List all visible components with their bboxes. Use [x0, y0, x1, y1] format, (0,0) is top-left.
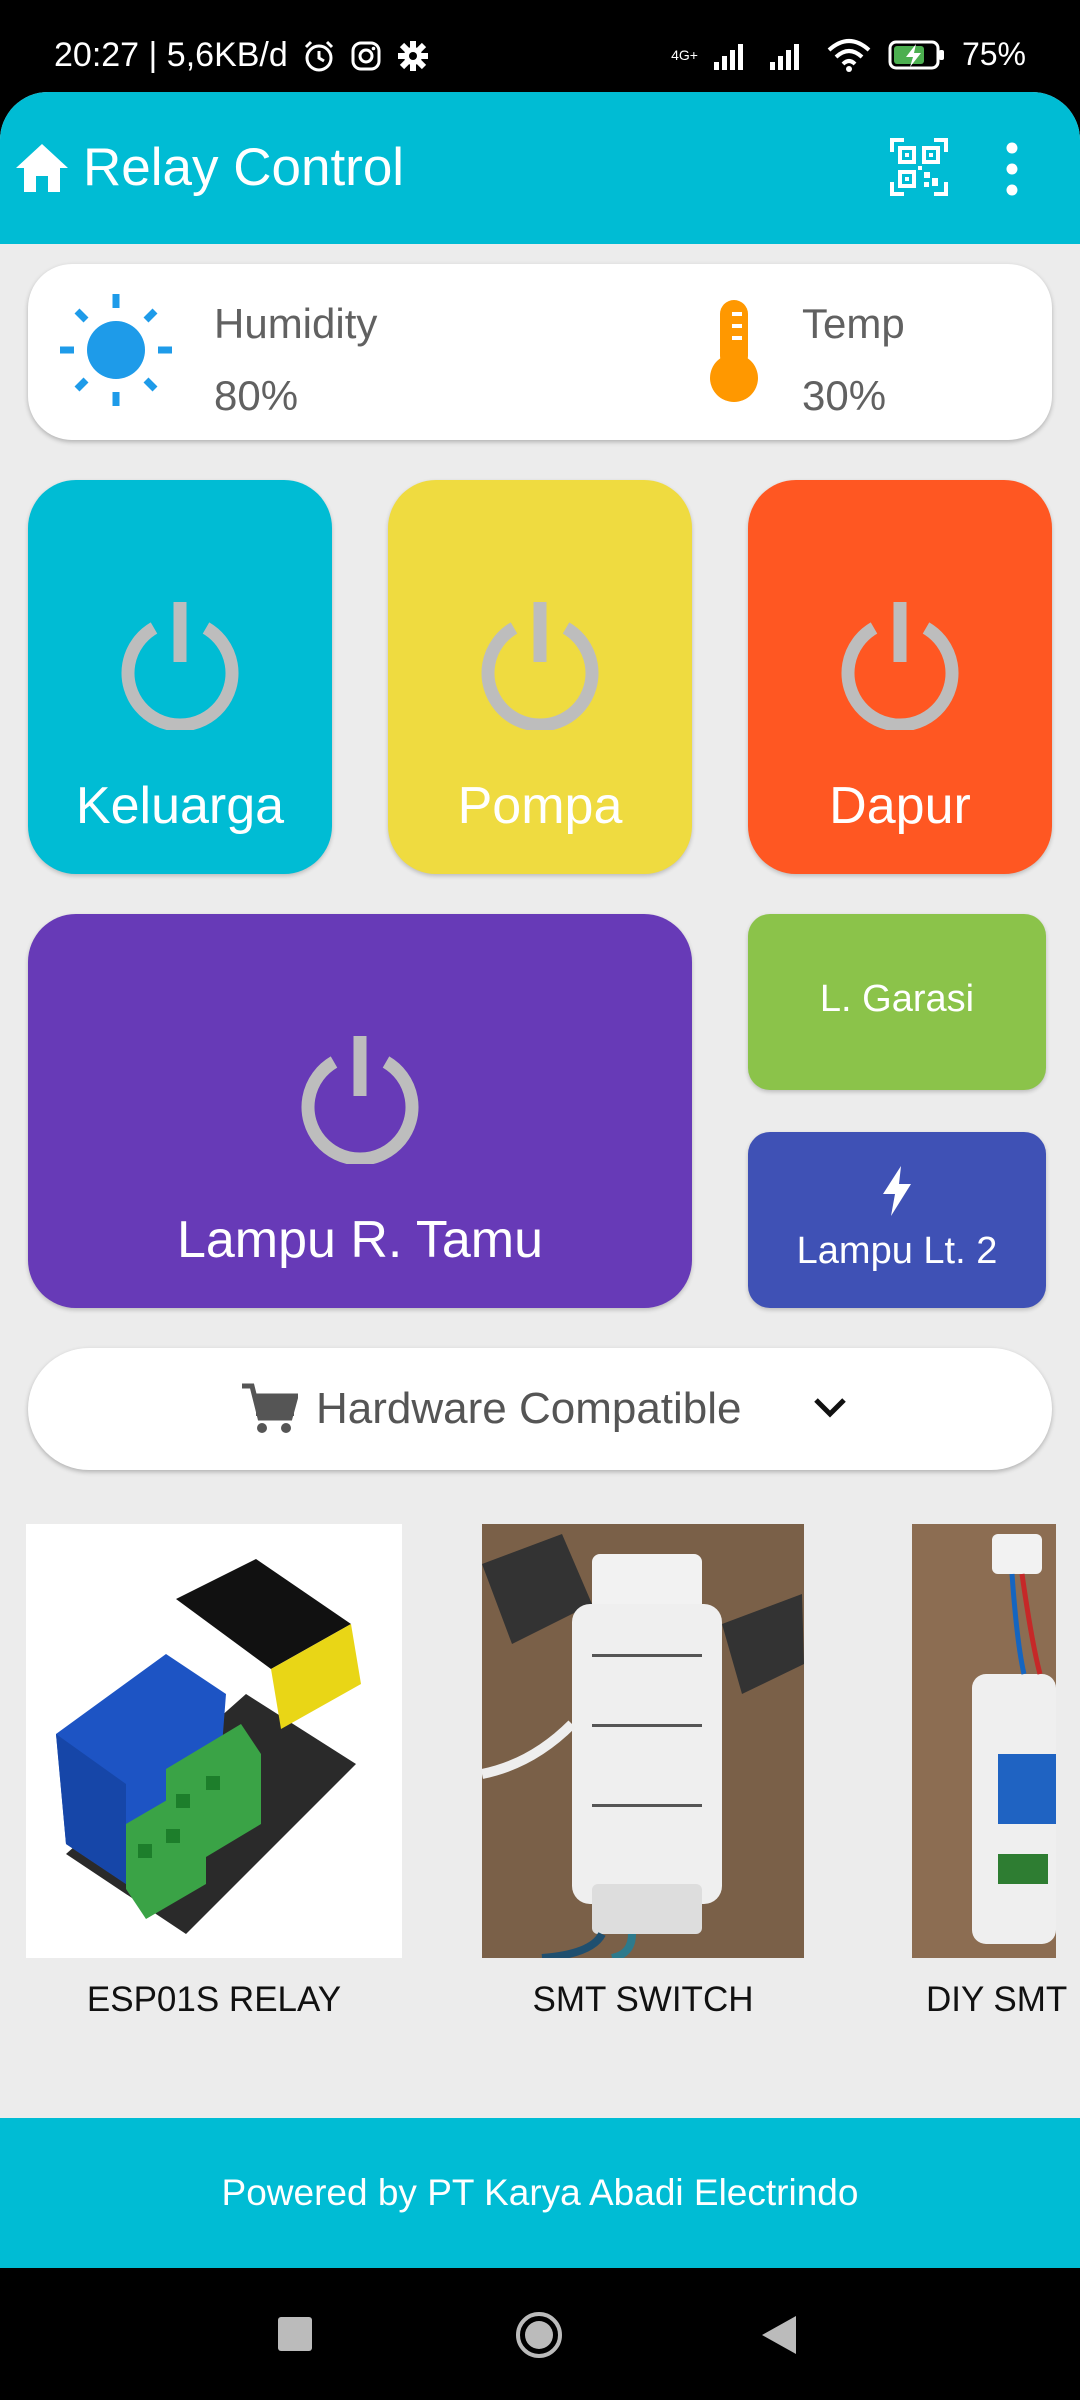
power-icon [121, 602, 239, 730]
status-bar: 20:27 | 5,6KB/d 4G+ 75% [0, 0, 1080, 95]
signal-icon [713, 43, 743, 70]
temp-value: 30% [802, 372, 887, 419]
thermometer-icon [710, 300, 758, 402]
product-image [26, 1524, 402, 1958]
humidity-value: 80% [214, 372, 299, 419]
power-icon [301, 1036, 419, 1164]
battery-percent: 75% [961, 36, 1026, 72]
wifi-icon [827, 38, 871, 72]
weather-card: Humidity 80% Temp 30% [28, 264, 1052, 440]
chevron-down-icon [814, 1398, 846, 1418]
humidity-label: Humidity [214, 300, 378, 347]
hardware-compatible-dropdown[interactable]: Hardware Compatible [28, 1348, 1052, 1470]
power-icon [481, 602, 599, 730]
product-image [912, 1524, 1056, 1958]
status-right: 4G+ 75% [671, 36, 1026, 73]
power-icon [841, 602, 959, 730]
qr-scan-icon[interactable] [890, 138, 948, 196]
sun-icon [60, 294, 172, 406]
product-carousel[interactable]: ESP01S RELAY SMT SWITCH DIY SMT [0, 1524, 1080, 2114]
back-triangle-icon[interactable] [762, 2316, 796, 2354]
temp-label: Temp [802, 300, 905, 347]
instagram-icon [351, 41, 381, 70]
home-circle-icon[interactable] [514, 2310, 564, 2360]
hardware-compatible-label: Hardware Compatible [316, 1384, 742, 1433]
recents-square-icon[interactable] [278, 2317, 312, 2351]
more-vert-icon[interactable] [1000, 142, 1024, 196]
product-name: ESP01S RELAY [86, 1980, 342, 2019]
product-name: SMT SWITCH [532, 1980, 754, 2019]
relay-tile-garasi[interactable]: L. Garasi [748, 914, 1046, 1090]
battery-charging-icon [888, 40, 944, 69]
relay-label-pompa: Pompa [457, 777, 623, 835]
footer: Powered by PT Karya Abadi Electrindo [0, 2118, 1080, 2268]
app-screen: Relay Control Humidity 80% Temp 30% Kelu… [0, 92, 1080, 2268]
bolt-icon [883, 1166, 911, 1216]
relay-label-lampu-tamu: Lampu R. Tamu [176, 1211, 544, 1269]
relay-label-keluarga: Keluarga [75, 777, 285, 835]
signal-icon [769, 43, 799, 70]
cart-icon [242, 1383, 298, 1433]
status-left: 20:27 | 5,6KB/d [54, 36, 430, 75]
app-title: Relay Control [83, 138, 405, 197]
relay-tile-dapur[interactable]: Dapur [748, 480, 1052, 874]
relay-tile-lampu-lt2[interactable]: Lampu Lt. 2 [748, 1132, 1046, 1308]
home-icon[interactable] [14, 142, 70, 194]
product-name: DIY SMT [926, 1980, 1068, 2019]
app-bar: Relay Control [0, 92, 1080, 244]
system-nav-bar [0, 2268, 1080, 2400]
status-time: 20:27 | 5,6KB/d [54, 36, 288, 74]
relay-label-garasi: L. Garasi [819, 978, 975, 1020]
alarm-icon [304, 40, 333, 71]
relay-tile-pompa[interactable]: Pompa [388, 480, 692, 874]
product-image [482, 1524, 804, 1958]
relay-tile-keluarga[interactable]: Keluarga [28, 480, 332, 874]
settings-icon [397, 40, 428, 71]
footer-text: Powered by PT Karya Abadi Electrindo [221, 2172, 859, 2213]
relay-tile-lampu-tamu[interactable]: Lampu R. Tamu [28, 914, 692, 1308]
relay-label-dapur: Dapur [829, 777, 971, 835]
network-type: 4G+ [671, 46, 698, 63]
relay-label-lampu-lt2: Lampu Lt. 2 [796, 1230, 998, 1272]
